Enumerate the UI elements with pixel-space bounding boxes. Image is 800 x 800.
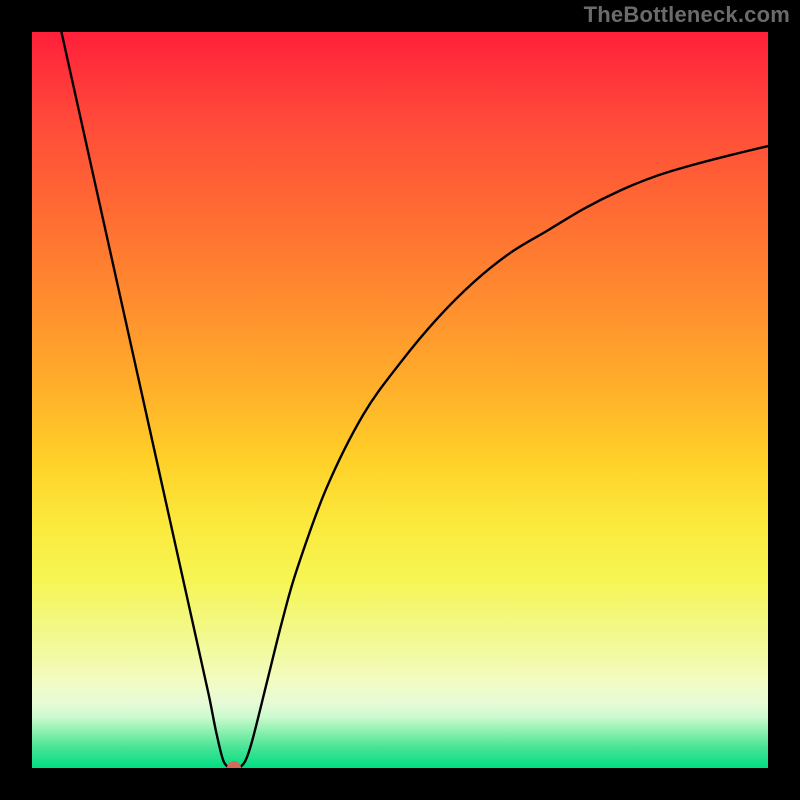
bottleneck-curve [32, 32, 768, 768]
chart-frame: TheBottleneck.com [0, 0, 800, 800]
watermark-text: TheBottleneck.com [584, 2, 790, 28]
minimum-marker [227, 761, 241, 768]
plot-area [32, 32, 768, 768]
